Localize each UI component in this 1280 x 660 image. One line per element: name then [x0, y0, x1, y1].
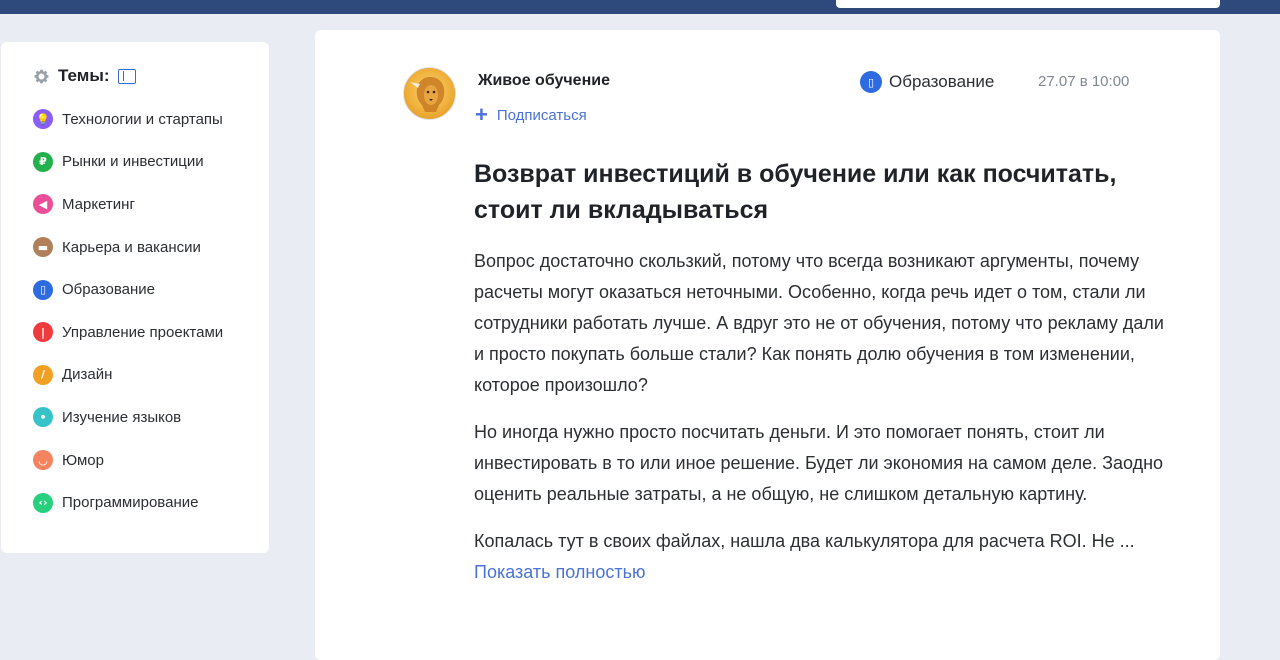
post-paragraph: Вопрос достаточно скользкий, потому что …	[474, 251, 1164, 395]
search-bar[interactable]	[836, 0, 1220, 8]
sidebar-item-topic[interactable]: | Управление проектами	[33, 311, 269, 354]
post-body: Вопрос достаточно скользкий, потому что …	[474, 246, 1174, 604]
subscribe-label: Подписаться	[496, 106, 587, 124]
top-navigation-bar	[0, 0, 1280, 14]
post-category[interactable]: ▯ Образование	[860, 71, 994, 93]
sidebar-item-topic[interactable]: • Изучение языков	[33, 396, 269, 439]
lightbulb-icon: 💡	[33, 109, 53, 130]
post-excerpt-text: Копалась тут в своих файлах, нашла два к…	[474, 531, 1135, 551]
sidebar-item-topic[interactable]: ▬ Карьера и вакансии	[33, 226, 269, 269]
post-title[interactable]: Возврат инвестиций в обучение или как по…	[474, 156, 1174, 228]
author-avatar[interactable]	[403, 67, 456, 120]
sidebar-item-topic[interactable]: ₽ Рынки и инвестиции	[33, 141, 269, 184]
sidebar-item-label: Карьера и вакансии	[62, 238, 201, 256]
sidebar-title: Темы:	[58, 66, 110, 85]
post-paragraph-truncated: Копалась тут в своих файлах, нашла два к…	[474, 526, 1174, 588]
ruble-icon: ₽	[33, 151, 53, 172]
code-icon: ‹›	[33, 492, 53, 513]
sidebar-item-label: Маркетинг	[62, 195, 135, 213]
sidebar-header: Темы:	[33, 64, 269, 88]
sidebar-item-topic[interactable]: ◡ Юмор	[33, 439, 269, 482]
pencil-icon: /	[33, 364, 53, 385]
post-card: Живое обучение + Подписаться ▯ Образован…	[315, 30, 1220, 660]
sidebar-item-label: Программирование	[62, 494, 199, 512]
category-label: Образование	[889, 72, 995, 91]
book-icon: ▯	[33, 279, 53, 300]
smile-icon: ◡	[33, 450, 53, 471]
sidebar-item-topic[interactable]: ‹› Программирование	[33, 481, 269, 524]
post-paragraph: Но иногда нужно просто посчитать деньги.…	[474, 422, 1164, 504]
megaphone-icon: ◀	[33, 194, 53, 215]
topics-sidebar: Темы: 💡 Технологии и стартапы ₽ Рынки и инв…	[1, 42, 269, 553]
book-icon: ▯	[860, 71, 882, 93]
topic-list: 💡 Технологии и стартапы ₽ Рынки и инвестици…	[33, 98, 269, 524]
lion-avatar-icon	[410, 77, 445, 112]
sidebar-item-label: Управление проектами	[62, 323, 224, 341]
sidebar-item-label: Юмор	[62, 451, 104, 469]
subscribe-button[interactable]: + Подписаться	[475, 102, 587, 127]
sidebar-item-topic[interactable]: 💡 Технологии и стартапы	[33, 98, 269, 141]
sidebar-item-topic[interactable]: ▯ Образование	[33, 268, 269, 311]
plus-icon: +	[475, 102, 488, 127]
thermometer-icon: |	[33, 322, 53, 343]
sidebar-item-label: Изучение языков	[62, 408, 182, 426]
sidebar-item-topic[interactable]: / Дизайн	[33, 354, 269, 397]
show-more-link[interactable]: Показать полностью	[474, 562, 645, 582]
post-date: 27.07 в 10:00	[1038, 73, 1130, 90]
sidebar-item-label: Дизайн	[62, 366, 113, 384]
sidebar-item-topic[interactable]: ◀ Маркетинг	[33, 183, 269, 226]
sidebar-toggle-icon[interactable]	[117, 68, 136, 84]
briefcase-icon: ▬	[33, 237, 53, 258]
sidebar-item-label: Образование	[62, 281, 155, 299]
author-name[interactable]: Живое обучение	[478, 72, 610, 90]
sidebar-item-label: Технологии и стартапы	[62, 110, 223, 128]
sidebar-item-label: Рынки и инвестиции	[62, 153, 204, 171]
gear-icon[interactable]	[33, 68, 50, 85]
chat-icon: •	[33, 407, 53, 428]
